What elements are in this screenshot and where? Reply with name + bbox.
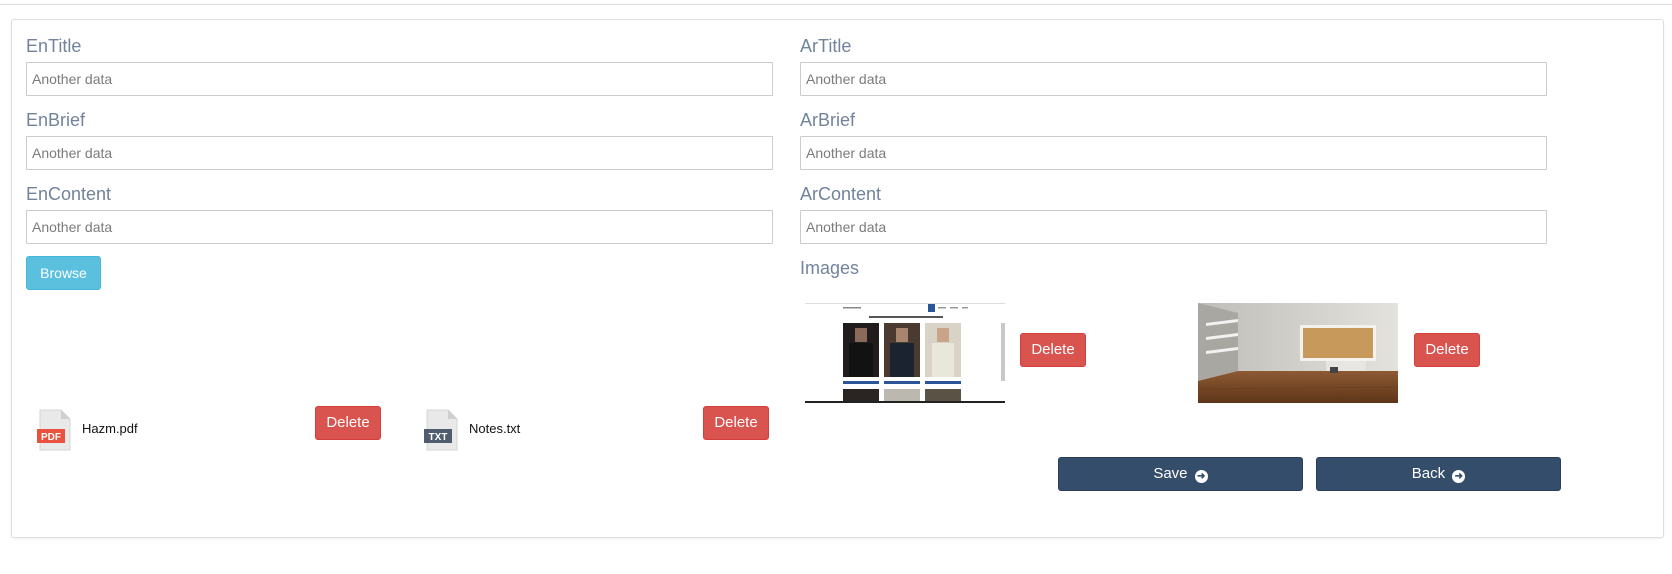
en-content-label: EnContent — [26, 184, 112, 204]
svg-text:TXT: TXT — [429, 432, 448, 443]
delete-file-button[interactable]: Delete — [703, 406, 769, 440]
arrow-circle-right-icon: ➜ — [1452, 470, 1466, 483]
file-name: Hazm.pdf — [82, 421, 138, 436]
ar-content-input[interactable] — [800, 210, 1547, 244]
ar-brief-label: ArBrief — [800, 110, 856, 130]
en-title-label: EnTitle — [26, 36, 82, 56]
delete-image-button[interactable]: Delete — [1414, 333, 1480, 367]
ar-brief-input[interactable] — [800, 136, 1547, 170]
en-title-input[interactable] — [26, 62, 773, 96]
ar-title-input[interactable] — [800, 62, 1547, 96]
images-label: Images — [800, 258, 860, 278]
ar-title-label: ArTitle — [800, 36, 852, 56]
top-divider — [0, 4, 1672, 5]
delete-image-button[interactable]: Delete — [1020, 333, 1086, 367]
image-thumbnail — [1198, 303, 1398, 403]
edit-form-panel: EnTitle EnBrief EnContent Browse PDF Haz… — [11, 19, 1664, 538]
image-thumbnail — [805, 303, 1005, 403]
file-name: Notes.txt — [469, 421, 521, 436]
save-button[interactable]: Save ➜ — [1058, 457, 1303, 491]
back-button[interactable]: Back ➜ — [1316, 457, 1561, 491]
back-button-label: Back — [1411, 465, 1446, 482]
en-content-input[interactable] — [26, 210, 773, 244]
ar-content-label: ArContent — [800, 184, 882, 204]
pdf-file-icon: PDF — [36, 409, 74, 451]
save-button-label: Save — [1153, 465, 1188, 482]
delete-file-button[interactable]: Delete — [315, 406, 381, 440]
en-brief-label: EnBrief — [26, 110, 86, 130]
arrow-circle-right-icon: ➜ — [1194, 470, 1208, 483]
browse-button[interactable]: Browse — [26, 256, 101, 290]
en-brief-input[interactable] — [26, 136, 773, 170]
txt-file-icon: TXT — [423, 409, 461, 451]
svg-text:PDF: PDF — [41, 432, 61, 443]
